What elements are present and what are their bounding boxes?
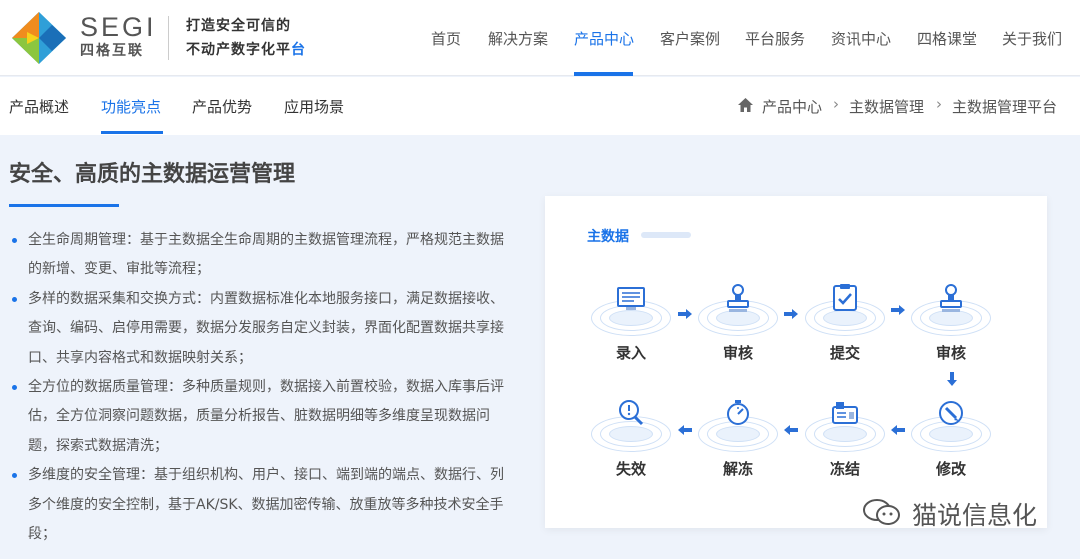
arrow-left-icon: [678, 425, 692, 435]
feature-item: 全生命周期管理：基于主数据全生命周期的主数据管理流程，严格规范主数据的新增、变更…: [12, 226, 507, 285]
node-label: 冻结: [829, 460, 860, 478]
review-node: [909, 278, 993, 338]
arrow-right-icon: [678, 309, 692, 319]
input-node: [589, 278, 673, 338]
modify-node: [909, 394, 993, 454]
node-label: 提交: [829, 344, 860, 362]
logo-chinese: 四格互联: [80, 43, 144, 59]
breadcrumb-current: 主数据管理平台: [952, 98, 1058, 116]
nav-services[interactable]: 平台服务: [745, 28, 805, 49]
tab-highlights[interactable]: 功能亮点: [101, 96, 161, 117]
node-label: 修改: [935, 460, 966, 478]
slogan-line2-text: 不动产数字化平: [186, 42, 291, 58]
monitor-icon: [617, 287, 645, 310]
node-label: 解冻: [722, 460, 753, 478]
diagram-title-bar: [641, 232, 691, 238]
watermark-text: 猫说信息化: [912, 501, 1038, 530]
node-label: 录入: [615, 344, 646, 362]
breadcrumb-products[interactable]: 产品中心: [762, 96, 822, 117]
tab-overview[interactable]: 产品概述: [9, 96, 69, 117]
chevron-right-icon: ›: [936, 95, 942, 113]
tab-advantages[interactable]: 产品优势: [192, 96, 252, 117]
tab-active-indicator: [101, 131, 163, 134]
logo-english: SEGI: [80, 12, 157, 42]
edit-circle-icon: [939, 401, 963, 425]
review-node: [696, 278, 780, 338]
nav-home[interactable]: 首页: [431, 28, 461, 49]
feature-item: 多维度的安全管理：基于组织机构、用户、接口、端到端的端点、数据行、列多个维度的安…: [12, 461, 507, 549]
nav-products[interactable]: 产品中心: [574, 28, 634, 49]
node-label: 失效: [615, 460, 646, 478]
feature-item: 多样的数据采集和交换方式：内置数据标准化本地服务接口，满足数据接收、查询、编码、…: [12, 285, 507, 373]
slogan-line2: 不动产数字化平台: [186, 38, 306, 62]
nav-cases[interactable]: 客户案例: [660, 28, 720, 49]
segi-logo-icon[interactable]: [10, 10, 68, 66]
home-icon[interactable]: [737, 97, 754, 113]
stamp-icon: [940, 284, 962, 312]
arrow-right-icon: [891, 305, 905, 315]
diagram-title: 主数据: [587, 229, 629, 245]
chevron-right-icon: ›: [833, 95, 839, 113]
top-header: SEGI 四格互联 打造安全可信的 不动产数字化平台 首页 解决方案 产品中心 …: [0, 0, 1080, 76]
stopwatch-icon: [727, 400, 749, 425]
node-label: 审核: [935, 344, 966, 362]
slogan: 打造安全可信的 不动产数字化平台: [186, 14, 306, 62]
nav-classroom[interactable]: 四格课堂: [917, 28, 977, 49]
feature-list: 全生命周期管理：基于主数据全生命周期的主数据管理流程，严格规范主数据的新增、变更…: [12, 226, 507, 549]
feature-item: 全方位的数据质量管理：多种质量规则，数据接入前置校验，数据入库事后评估，全方位洞…: [12, 373, 507, 461]
workflow-diagram: 主数据 录入 审核 提交 审核 失效 解冻 冻结 修改: [545, 196, 1047, 528]
node-label: 审核: [722, 344, 753, 362]
logo-text: SEGI 四格互联: [80, 13, 157, 61]
sub-nav: 产品概述 功能亮点 产品优势 应用场景 产品中心 › 主数据管理 › 主数据管理…: [0, 77, 1080, 135]
section-title: 安全、高质的主数据运营管理: [9, 162, 296, 187]
wechat-icon: [863, 499, 900, 525]
unfreeze-node: [696, 394, 780, 454]
arrow-right-icon: [784, 309, 798, 319]
logo-divider: [168, 16, 169, 60]
submit-node: [803, 278, 887, 338]
arrow-down-icon: [947, 372, 957, 386]
title-underline: [9, 204, 119, 207]
tab-scenarios[interactable]: 应用场景: [284, 96, 344, 117]
slogan-line1: 打造安全可信的: [186, 18, 291, 34]
clipboard-check-icon: [833, 284, 857, 311]
id-card-icon: [832, 402, 858, 424]
magnifier-alert-icon: [619, 400, 644, 426]
breadcrumb-mdm[interactable]: 主数据管理: [849, 96, 924, 117]
nav-solutions[interactable]: 解决方案: [488, 28, 548, 49]
arrow-left-icon: [784, 425, 798, 435]
nav-active-indicator: [574, 72, 633, 76]
nav-about[interactable]: 关于我们: [1002, 28, 1062, 49]
freeze-node: [803, 394, 887, 454]
invalid-node: [589, 394, 673, 454]
stamp-icon: [727, 284, 749, 312]
arrow-left-icon: [891, 425, 905, 435]
nav-news[interactable]: 资讯中心: [831, 28, 891, 49]
slogan-line2-highlight: 台: [291, 42, 306, 58]
